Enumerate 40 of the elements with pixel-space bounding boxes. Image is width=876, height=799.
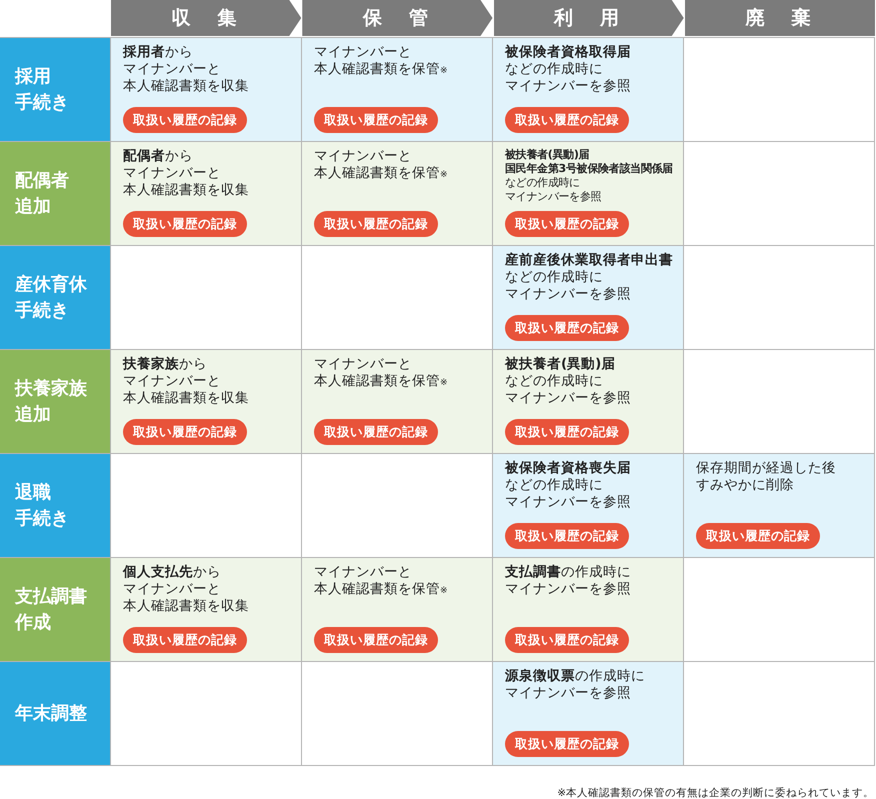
record-history-button[interactable]: 取扱い履歴の記録 (505, 107, 629, 133)
column-header: 廃 棄 (684, 0, 875, 36)
record-history-button[interactable]: 取扱い履歴の記録 (123, 211, 247, 237)
cell-text: 採用者から マイナンバーと 本人確認書類を収集 (123, 44, 250, 95)
cell-text: 産前産後休業取得者申出書 などの作成時に マイナンバーを参照 (505, 252, 674, 303)
record-history-button[interactable]: 取扱い履歴の記録 (314, 107, 438, 133)
footnote: ※本人確認書類の保管の有無は企業の判断に委ねられています。 (556, 786, 875, 799)
row-label: 年末調整 (0, 662, 110, 765)
cell-text: 個人支払先から マイナンバーと 本人確認書類を収集 (123, 564, 250, 615)
cell-text: 支払調書の作成時に マイナンバーを参照 (505, 564, 632, 598)
row-label: 配偶者 追加 (0, 142, 110, 245)
cell-text: 扶養家族から マイナンバーと 本人確認書類を収集 (123, 356, 250, 407)
row-label: 支払調書 作成 (0, 558, 110, 661)
record-history-button[interactable]: 取扱い履歴の記録 (314, 211, 438, 237)
record-history-button[interactable]: 取扱い履歴の記録 (123, 107, 247, 133)
cell-text: 配偶者から マイナンバーと 本人確認書類を収集 (123, 148, 250, 199)
record-history-button[interactable]: 取扱い履歴の記録 (505, 627, 629, 653)
row-label: 扶養家族 追加 (0, 350, 110, 453)
record-history-button[interactable]: 取扱い履歴の記録 (505, 731, 629, 757)
column-header: 保 管 (302, 0, 492, 36)
cell-text: 被保険者資格取得届 などの作成時に マイナンバーを参照 (505, 44, 632, 95)
record-history-button[interactable]: 取扱い履歴の記録 (505, 523, 629, 549)
record-history-button[interactable]: 取扱い履歴の記録 (505, 315, 629, 341)
record-history-button[interactable]: 取扱い履歴の記録 (123, 419, 247, 445)
record-history-button[interactable]: 取扱い履歴の記録 (314, 419, 438, 445)
record-history-button[interactable]: 取扱い履歴の記録 (505, 419, 629, 445)
row-label: 採用 手続き (0, 38, 110, 141)
cell-text: 源泉徴収票の作成時に マイナンバーを参照 (505, 668, 646, 702)
cell-text: 被扶養者(異動)届 国民年金第3号被保険者該当関係届 などの作成時に マイナンバーを参照 (505, 148, 674, 204)
cell-text: 保存期間が経過した後 すみやかに削除 (696, 460, 837, 494)
cell-text: 被保険者資格喪失届 などの作成時に マイナンバーを参照 (505, 460, 632, 511)
record-history-button[interactable]: 取扱い履歴の記録 (505, 211, 629, 237)
row-label: 産休育休 手続き (0, 246, 110, 349)
row-label: 退職 手続き (0, 454, 110, 557)
record-history-button[interactable]: 取扱い履歴の記録 (696, 523, 820, 549)
record-history-button[interactable]: 取扱い履歴の記録 (314, 627, 438, 653)
cell-text: 被扶養者(異動)届 などの作成時に マイナンバーを参照 (505, 356, 632, 407)
column-header: 利 用 (494, 0, 684, 36)
column-header: 収 集 (111, 0, 302, 36)
record-history-button[interactable]: 取扱い履歴の記録 (123, 627, 247, 653)
